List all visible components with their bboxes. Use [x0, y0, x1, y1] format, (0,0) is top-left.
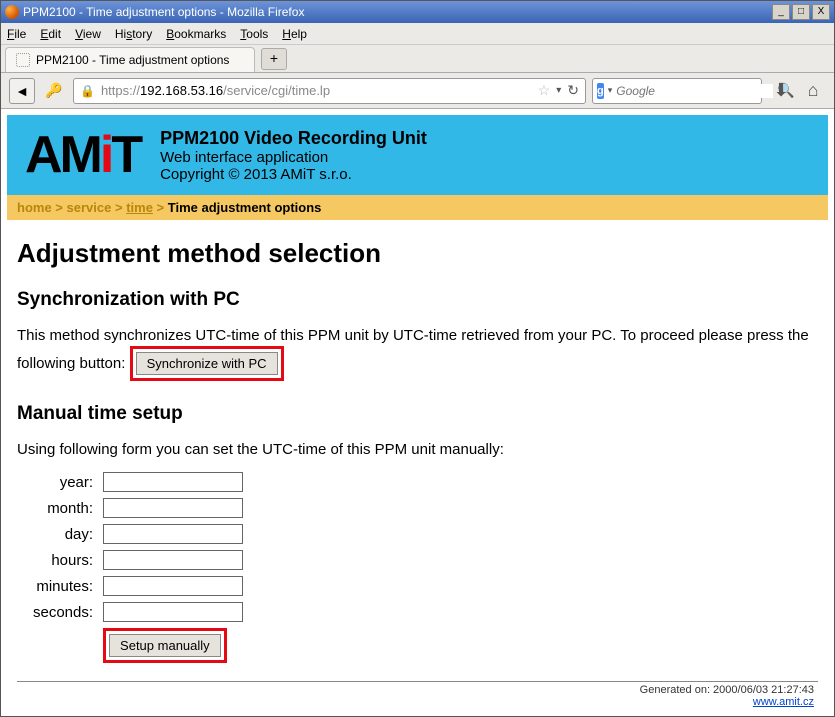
- menu-help[interactable]: Help: [282, 27, 307, 41]
- breadcrumb-home[interactable]: home: [17, 200, 52, 215]
- header-title: PPM2100 Video Recording Unit: [160, 128, 427, 149]
- input-hours[interactable]: [103, 550, 243, 570]
- bookmark-star-icon[interactable]: ☆: [538, 82, 551, 99]
- label-seconds: seconds:: [29, 600, 97, 624]
- breadcrumb-current: Time adjustment options: [168, 200, 322, 215]
- label-year: year:: [29, 470, 97, 494]
- sync-button-highlight: Synchronize with PC: [130, 346, 284, 381]
- url-path: /service/cgi/time.lp: [223, 83, 330, 98]
- lock-icon: 🔒: [80, 84, 95, 98]
- manual-description: Using following form you can set the UTC…: [17, 439, 818, 460]
- menu-file[interactable]: File: [7, 27, 26, 41]
- section-manual-heading: Manual time setup: [17, 403, 818, 425]
- breadcrumb: home > service > time > Time adjustment …: [7, 195, 828, 220]
- menu-history[interactable]: History: [115, 27, 152, 41]
- section-sync-heading: Synchronization with PC: [17, 289, 818, 311]
- url-protocol: https://: [101, 83, 140, 98]
- firefox-window: PPM2100 - Time adjustment options - Mozi…: [0, 0, 835, 717]
- url-host: 192.168.53.16: [140, 83, 223, 98]
- window-title: PPM2100 - Time adjustment options - Mozi…: [23, 5, 772, 19]
- search-engine-dropdown-icon[interactable]: ▾: [608, 85, 613, 96]
- label-minutes: minutes:: [29, 574, 97, 598]
- setup-manually-button[interactable]: Setup manually: [109, 634, 221, 657]
- google-icon: g: [597, 83, 604, 99]
- tabstrip: PPM2100 - Time adjustment options +: [1, 45, 834, 73]
- footer-link[interactable]: www.amit.cz: [753, 696, 814, 708]
- input-year[interactable]: [103, 472, 243, 492]
- close-button[interactable]: X: [812, 4, 830, 20]
- search-input[interactable]: [616, 84, 773, 98]
- reload-icon[interactable]: ↻: [567, 82, 579, 99]
- breadcrumb-service[interactable]: service: [67, 200, 112, 215]
- input-seconds[interactable]: [103, 602, 243, 622]
- new-tab-button[interactable]: +: [261, 48, 287, 70]
- url-dropdown-icon[interactable]: ▾: [556, 85, 561, 96]
- header-subtitle: Web interface application: [160, 149, 427, 166]
- maximize-button[interactable]: □: [792, 4, 810, 20]
- back-button[interactable]: ◄: [9, 78, 35, 104]
- page-header: AMiT PPM2100 Video Recording Unit Web in…: [7, 115, 828, 195]
- navbar: ◄ 🔑 🔒 https://192.168.53.16/service/cgi/…: [1, 73, 834, 109]
- menu-bookmarks[interactable]: Bookmarks: [166, 27, 226, 41]
- label-hours: hours:: [29, 548, 97, 572]
- search-bar[interactable]: g ▾ 🔍: [592, 78, 762, 104]
- input-day[interactable]: [103, 524, 243, 544]
- breadcrumb-time[interactable]: time: [126, 200, 153, 215]
- page-footer: Generated on: 2000/06/03 21:27:43 www.am…: [17, 682, 818, 708]
- minimize-button[interactable]: _: [772, 4, 790, 20]
- menu-edit[interactable]: Edit: [40, 27, 61, 41]
- sync-description: This method synchronizes UTC-time of thi…: [17, 327, 809, 372]
- manual-button-highlight: Setup manually: [103, 628, 227, 663]
- header-copyright: Copyright © 2013 AMiT s.r.o.: [160, 166, 427, 183]
- page-body: Adjustment method selection Synchronizat…: [7, 220, 828, 708]
- tab-title: PPM2100 - Time adjustment options: [36, 53, 229, 67]
- titlebar: PPM2100 - Time adjustment options - Mozi…: [1, 1, 834, 23]
- menu-tools[interactable]: Tools: [240, 27, 268, 41]
- home-icon[interactable]: ⌂: [800, 78, 826, 104]
- page-title: Adjustment method selection: [17, 238, 818, 269]
- label-month: month:: [29, 496, 97, 520]
- page-viewport: AMiT PPM2100 Video Recording Unit Web in…: [1, 109, 834, 716]
- menubar: File Edit View History Bookmarks Tools H…: [1, 23, 834, 45]
- url-bar[interactable]: 🔒 https://192.168.53.16/service/cgi/time…: [73, 78, 586, 104]
- downloads-icon[interactable]: ⬇: [768, 78, 794, 104]
- manual-time-form: year: month: day: hours:: [27, 468, 249, 667]
- synchronize-button[interactable]: Synchronize with PC: [136, 352, 278, 375]
- label-day: day:: [29, 522, 97, 546]
- input-minutes[interactable]: [103, 576, 243, 596]
- firefox-icon: [5, 5, 19, 19]
- menu-view[interactable]: View: [75, 27, 101, 41]
- keyhole-icon: 🔑: [41, 78, 67, 104]
- browser-tab[interactable]: PPM2100 - Time adjustment options: [5, 47, 255, 72]
- footer-generated: Generated on: 2000/06/03 21:27:43: [640, 684, 814, 696]
- input-month[interactable]: [103, 498, 243, 518]
- page-icon: [16, 53, 30, 67]
- amit-logo: AMiT: [25, 125, 140, 185]
